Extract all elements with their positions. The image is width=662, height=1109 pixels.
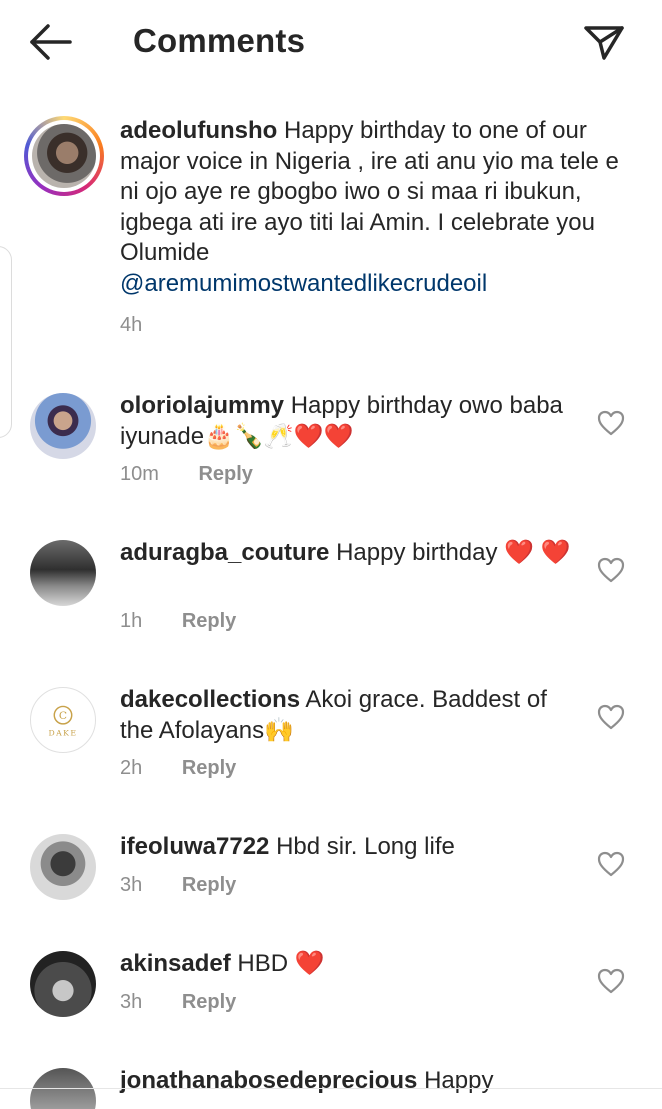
avatar[interactable] xyxy=(30,393,96,459)
reply-button[interactable]: Reply xyxy=(182,874,236,897)
brand-logo: C DAKE xyxy=(31,688,95,752)
page-title: Comments xyxy=(133,22,306,59)
comment-text: oloriolajummy Happy birthday owo baba iy… xyxy=(120,391,580,452)
comment-body: Happy xyxy=(424,1067,494,1094)
reply-button[interactable]: Reply xyxy=(182,757,236,780)
username[interactable]: akinsadef xyxy=(120,950,231,977)
back-button[interactable] xyxy=(22,18,78,66)
avatar[interactable]: C DAKE xyxy=(30,687,96,753)
username[interactable]: jonathanabosedeprecious xyxy=(120,1067,417,1094)
timestamp: 10m xyxy=(120,463,159,485)
comment-meta: 3h Reply xyxy=(120,991,236,1014)
comment-meta: 1h Reply xyxy=(120,610,236,633)
username[interactable]: aduragba_couture xyxy=(120,539,329,566)
comment-text: dakecollections Akoi grace. Baddest of t… xyxy=(120,685,580,746)
like-button[interactable] xyxy=(596,556,626,584)
svg-text:DAKE: DAKE xyxy=(48,729,77,738)
share-button[interactable] xyxy=(578,18,630,66)
comment-meta: 2h Reply xyxy=(120,757,236,780)
caption-meta: 4h xyxy=(120,314,142,337)
like-button[interactable] xyxy=(596,967,626,995)
comment-text: ifeoluwa7722 Hbd sir. Long life xyxy=(120,832,580,863)
like-button[interactable] xyxy=(596,409,626,437)
comment-body: Happy birthday ❤️ ❤️ xyxy=(336,539,571,566)
reply-button[interactable]: Reply xyxy=(182,991,236,1014)
username[interactable]: oloriolajummy xyxy=(120,392,284,419)
timestamp: 1h xyxy=(120,610,143,632)
header-bar: Comments xyxy=(0,0,662,86)
timestamp: 4h xyxy=(120,314,143,336)
timestamp: 2h xyxy=(120,757,143,779)
avatar[interactable] xyxy=(30,540,96,606)
heart-icon xyxy=(597,968,625,994)
mention-link[interactable]: @aremumimostwantedlikecrudeoil xyxy=(120,269,620,300)
heart-icon xyxy=(597,557,625,583)
comment-text: akinsadef HBD ❤️ xyxy=(120,949,580,980)
avatar[interactable] xyxy=(30,951,96,1017)
comments-screen: Comments adeolufunsho Happy birthday to … xyxy=(0,0,662,1109)
comment-text: jonathanabosedeprecious Happy xyxy=(120,1066,580,1097)
username[interactable]: ifeoluwa7722 xyxy=(120,833,269,860)
avatar[interactable] xyxy=(24,116,104,196)
reply-button[interactable]: Reply xyxy=(198,463,252,486)
comment-text: aduragba_couture Happy birthday ❤️ ❤️ xyxy=(120,538,580,569)
heart-icon xyxy=(597,851,625,877)
like-button[interactable] xyxy=(596,850,626,878)
username[interactable]: dakecollections xyxy=(120,686,300,713)
comment-meta: 10m Reply xyxy=(120,463,253,486)
timestamp: 3h xyxy=(120,874,143,896)
arrow-left-icon xyxy=(30,24,72,60)
svg-text:C: C xyxy=(59,709,67,722)
like-button[interactable] xyxy=(596,703,626,731)
caption-text: adeolufunsho Happy birthday to one of ou… xyxy=(120,116,620,299)
divider xyxy=(0,1088,662,1089)
reply-button[interactable]: Reply xyxy=(182,610,236,633)
heart-icon xyxy=(597,704,625,730)
avatar[interactable] xyxy=(30,834,96,900)
timestamp: 3h xyxy=(120,991,143,1013)
username[interactable]: adeolufunsho xyxy=(120,117,277,144)
comment-meta: 3h Reply xyxy=(120,874,236,897)
edge-panel-handle[interactable] xyxy=(0,246,12,438)
heart-icon xyxy=(597,410,625,436)
comment-body: HBD ❤️ xyxy=(237,950,325,977)
comment-body: Hbd sir. Long life xyxy=(276,833,455,860)
paper-plane-icon xyxy=(584,26,624,60)
